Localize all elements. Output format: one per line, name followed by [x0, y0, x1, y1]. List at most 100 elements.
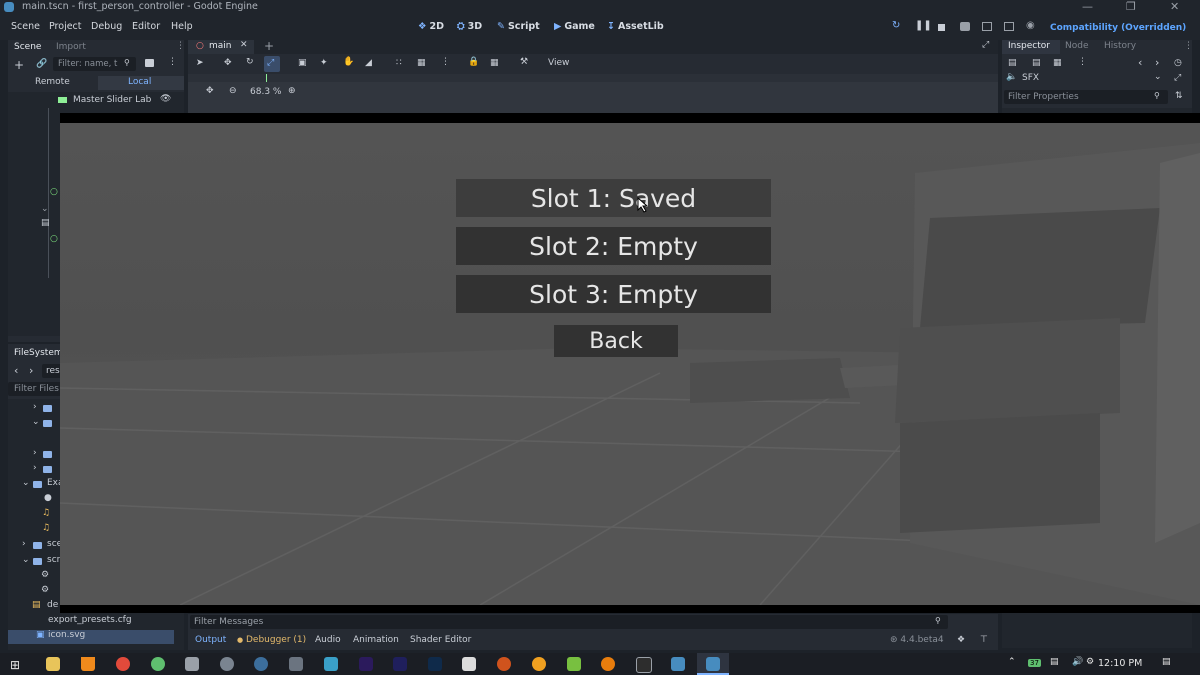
clock[interactable]: 12:10 PM	[1098, 658, 1142, 669]
slot-2-button[interactable]: Slot 2: Empty	[456, 227, 771, 265]
expand-arrow-icon[interactable]: ⌄	[41, 204, 49, 214]
app-icon[interactable]	[185, 657, 199, 671]
stop-icon[interactable]	[938, 24, 945, 31]
resource-selector[interactable]: 🔈 SFX ⌄	[1002, 72, 1164, 86]
inspector-menu-icon[interactable]: ⋮	[1184, 41, 1193, 51]
filter-messages-input[interactable]: Filter Messages ⚲	[190, 615, 948, 629]
run-custom-icon[interactable]	[1004, 22, 1014, 31]
visibility-eye-icon[interactable]: 👁	[160, 94, 171, 104]
app-icon[interactable]	[220, 657, 234, 671]
workspace-2d[interactable]: ❖ 2D	[418, 21, 444, 32]
reload-icon[interactable]: ↻	[892, 20, 900, 31]
app-icon[interactable]	[567, 657, 581, 671]
unity-icon[interactable]	[462, 657, 476, 671]
app-icon[interactable]	[151, 657, 165, 671]
bone-icon[interactable]: ⚒	[520, 57, 528, 67]
tab-inspector[interactable]: Inspector	[1002, 40, 1060, 54]
view-menu[interactable]: View	[548, 58, 569, 68]
minimize-icon[interactable]: —	[1082, 0, 1093, 13]
tree-node-master-slider[interactable]: Master Slider Lab 👁	[8, 94, 184, 108]
menu-project[interactable]: Project	[49, 21, 82, 32]
object-history-icon[interactable]: ◷	[1174, 58, 1182, 68]
hand-icon[interactable]: ✋	[343, 57, 354, 67]
resource-menu-icon[interactable]: ⋮	[1078, 57, 1087, 67]
steam-icon[interactable]	[254, 657, 268, 671]
open-folder-icon[interactable]: ▤	[1032, 58, 1041, 68]
zoom-in-icon[interactable]: ⊕	[288, 86, 296, 96]
chevron-up-icon[interactable]: ⌃	[1008, 657, 1016, 667]
scene-menu-icon[interactable]: ⋮	[168, 57, 177, 67]
tab-output[interactable]: Output	[195, 635, 226, 645]
zoom-out-icon[interactable]: ⊖	[229, 86, 237, 96]
distraction-free-icon[interactable]: ⤢	[982, 40, 989, 50]
tab-scene[interactable]: Scene	[14, 42, 41, 52]
photoshop-icon[interactable]	[428, 657, 442, 671]
add-tab-icon[interactable]: +	[264, 39, 274, 53]
filter-properties-input[interactable]: Filter Properties ⚲	[1004, 90, 1168, 104]
menu-help[interactable]: Help	[171, 21, 193, 32]
movie-icon[interactable]: ◉	[1026, 20, 1035, 31]
start-icon[interactable]: ⊞	[10, 658, 20, 672]
chrome-icon[interactable]	[116, 657, 130, 671]
add-node-icon[interactable]: +	[14, 58, 24, 72]
workspace-3d[interactable]: ⛭ 3D	[457, 21, 482, 32]
pivot-icon[interactable]: ▣	[298, 58, 307, 68]
move-tool-icon[interactable]: ✥	[224, 58, 232, 68]
tab-local[interactable]: Local	[98, 76, 184, 90]
volume-icon[interactable]: 🔊	[1072, 657, 1083, 667]
renderer-select[interactable]: Compatibility (Overridden)	[1050, 23, 1186, 33]
pause-icon[interactable]: ❚❚	[915, 20, 932, 31]
resource-tools-icon[interactable]: ⤢	[1174, 73, 1181, 83]
link-icon[interactable]: 🔗	[36, 59, 47, 69]
more-options-icon[interactable]: ⋮	[441, 57, 450, 67]
blender-icon[interactable]	[601, 657, 615, 671]
new-resource-icon[interactable]: ▤	[1008, 58, 1017, 68]
app-icon[interactable]	[497, 657, 511, 671]
menu-scene[interactable]: Scene	[11, 21, 40, 32]
premiere-icon[interactable]	[359, 657, 373, 671]
menu-editor[interactable]: Editor	[132, 21, 160, 32]
tab-remote[interactable]: Remote	[35, 77, 70, 87]
history-forward-icon[interactable]: ›	[1155, 56, 1159, 69]
app-icon[interactable]	[532, 657, 546, 671]
file-explorer-icon[interactable]	[46, 657, 60, 671]
slot-1-button[interactable]: Slot 1: Saved	[456, 179, 771, 217]
tab-history[interactable]: History	[1104, 41, 1136, 51]
scene-tab-main[interactable]: ○ main ✕	[188, 40, 254, 54]
tray-badge[interactable]: 37	[1028, 659, 1041, 667]
remote-debug-icon[interactable]	[960, 22, 970, 31]
terminal-icon[interactable]	[636, 657, 652, 673]
tab-animation[interactable]: Animation	[353, 635, 399, 645]
close-icon[interactable]: ✕	[1170, 0, 1179, 13]
network-icon[interactable]: ▤	[1050, 657, 1059, 667]
file-row-icon-svg[interactable]: ▣ icon.svg	[8, 630, 174, 644]
scale-tool-button[interactable]: ⤢	[264, 56, 280, 72]
tab-shader-editor[interactable]: Shader Editor	[410, 635, 471, 645]
lock-icon[interactable]: 🔒	[468, 57, 479, 67]
tab-node[interactable]: Node	[1065, 41, 1089, 51]
ruler-icon[interactable]: ◢	[365, 58, 372, 68]
tab-import[interactable]: Import	[56, 42, 86, 52]
back-arrow-icon[interactable]: ‹	[14, 364, 18, 377]
run-scene-icon[interactable]	[982, 22, 992, 31]
snap-icon[interactable]: ∷	[396, 58, 402, 68]
pin-icon[interactable]: ❖	[957, 635, 965, 645]
forward-arrow-icon[interactable]: ›	[29, 364, 33, 377]
workspace-script[interactable]: ✎ Script	[497, 21, 540, 32]
dock-menu-icon[interactable]: ⋮	[176, 41, 185, 51]
rotate-tool-icon[interactable]: ↻	[246, 57, 254, 67]
godot-icon[interactable]	[671, 657, 685, 671]
pan-icon[interactable]: ✦	[320, 58, 328, 68]
workspace-assetlib[interactable]: ↧ AssetLib	[607, 21, 664, 32]
pan-view-icon[interactable]: ✥	[206, 86, 214, 96]
tray-icon[interactable]: ⚙	[1086, 657, 1094, 667]
after-effects-icon[interactable]	[393, 657, 407, 671]
vlc-icon[interactable]	[81, 657, 95, 671]
grid-snap-icon[interactable]: ▦	[417, 58, 426, 68]
app-icon[interactable]	[289, 657, 303, 671]
workspace-game[interactable]: ▶ Game	[554, 21, 595, 32]
scene-filter-input[interactable]: Filter: name, t ⚲	[53, 57, 136, 71]
group-icon[interactable]: ▦	[490, 58, 499, 68]
file-row-export-presets[interactable]: export_presets.cfg	[8, 615, 184, 629]
history-back-icon[interactable]: ‹	[1138, 56, 1142, 69]
